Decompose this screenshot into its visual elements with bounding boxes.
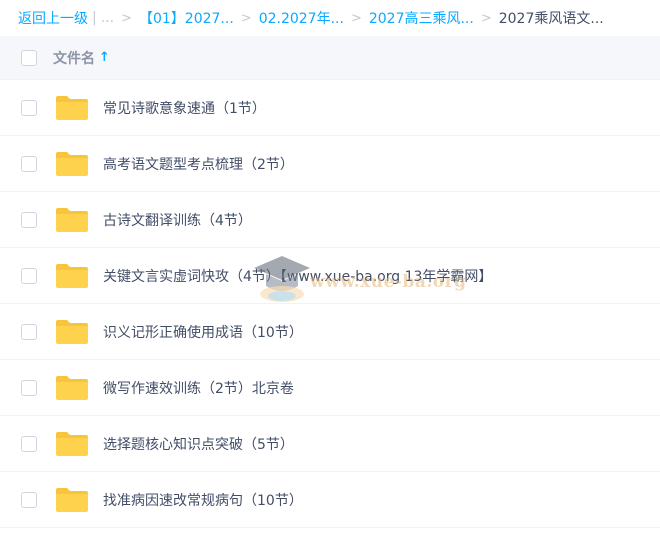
chevron-right-icon: > [350, 10, 362, 26]
folder-icon [55, 487, 89, 513]
row-checkbox[interactable] [21, 267, 37, 284]
sort-ascending-icon[interactable]: ↑ [99, 50, 110, 65]
back-link[interactable]: 返回上一级 [18, 8, 88, 28]
breadcrumb-item[interactable]: 2027高三乘风... [369, 8, 474, 28]
breadcrumb-ellipsis[interactable]: ... [101, 10, 114, 26]
file-name: 高考语文题型考点梳理（2节） [103, 156, 294, 173]
file-name: 关键文言实虚词快攻（4节）【www.xue-ba.org 13年学霸网】 [103, 268, 493, 285]
breadcrumb-divider: | [92, 10, 97, 26]
row-checkbox[interactable] [21, 99, 37, 116]
file-row[interactable]: 常见诗歌意象速通（1节） [0, 80, 660, 136]
file-row[interactable]: 识义记形正确使用成语（10节） [0, 304, 660, 360]
row-checkbox[interactable] [21, 435, 37, 452]
file-row[interactable]: 微写作速效训练（2节）北京卷 [0, 360, 660, 416]
folder-icon [55, 319, 89, 345]
file-row[interactable]: 高考语文题型考点梳理（2节） [0, 136, 660, 192]
row-checkbox[interactable] [21, 155, 37, 172]
row-checkbox[interactable] [21, 491, 37, 508]
select-all-checkbox[interactable] [21, 49, 37, 66]
chevron-right-icon: > [480, 10, 492, 26]
chevron-right-icon: > [240, 10, 252, 26]
folder-icon [55, 95, 89, 121]
file-name: 微写作速效训练（2节）北京卷 [103, 380, 294, 397]
folder-icon [55, 151, 89, 177]
breadcrumb-current: 2027乘风语文... [498, 11, 604, 27]
breadcrumb: 返回上一级 | ... > 【01】2027... > 02.2027年... … [0, 0, 660, 36]
breadcrumb-item[interactable]: 02.2027年... [259, 8, 344, 28]
breadcrumb-item[interactable]: 【01】2027... [139, 8, 234, 28]
chevron-right-icon: > [121, 10, 132, 26]
file-list: 常见诗歌意象速通（1节） 高考语文题型考点梳理（2节） 古诗文翻译训练（4节） [0, 80, 660, 528]
row-checkbox[interactable] [21, 211, 37, 228]
file-row[interactable]: 关键文言实虚词快攻（4节）【www.xue-ba.org 13年学霸网】 [0, 248, 660, 304]
file-row[interactable]: 古诗文翻译训练（4节） [0, 192, 660, 248]
folder-icon [55, 375, 89, 401]
folder-icon [55, 263, 89, 289]
file-row[interactable]: 选择题核心知识点突破（5节） [0, 416, 660, 472]
file-name: 找准病因速改常规病句（10节） [103, 492, 303, 509]
row-checkbox[interactable] [21, 323, 37, 340]
row-checkbox[interactable] [21, 379, 37, 396]
folder-icon [55, 431, 89, 457]
file-name: 常见诗歌意象速通（1节） [103, 100, 266, 117]
file-name: 选择题核心知识点突破（5节） [103, 436, 294, 453]
file-list-header: 文件名 ↑ [0, 36, 660, 80]
folder-icon [55, 207, 89, 233]
file-name: 古诗文翻译训练（4节） [103, 212, 252, 229]
column-header-filename[interactable]: 文件名 [53, 48, 95, 68]
file-row[interactable]: 找准病因速改常规病句（10节） [0, 472, 660, 528]
file-name: 识义记形正确使用成语（10节） [103, 324, 303, 341]
